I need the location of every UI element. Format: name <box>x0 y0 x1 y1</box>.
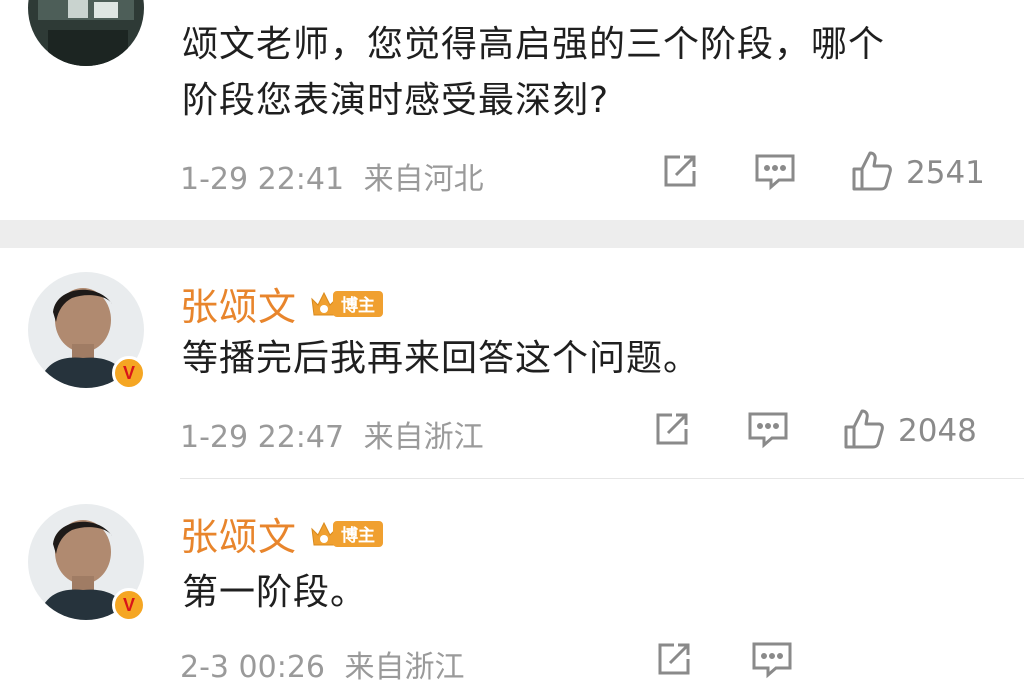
like-count: 2541 <box>906 155 985 191</box>
share-button[interactable] <box>660 150 700 196</box>
section-divider <box>0 220 1024 248</box>
username-row: 张颂文 博主 <box>180 506 384 561</box>
blogger-badge: 博主 <box>309 287 384 321</box>
comment-meta: 1-29 22:41 来自河北 2541 <box>180 150 990 198</box>
comment-location: 来自河北 <box>363 162 484 197</box>
avatar[interactable]: V <box>28 272 146 390</box>
share-icon <box>654 639 694 683</box>
share-button[interactable] <box>652 408 692 454</box>
like-button[interactable]: 2541 <box>850 150 985 196</box>
comment-time-location: 1-29 22:47 来自浙江 <box>180 412 484 456</box>
comment-location: 来自浙江 <box>363 420 484 455</box>
comment-location: 来自浙江 <box>344 650 465 684</box>
weibo-comment-list: 颂文老师，您觉得高启强的三个阶段，哪个 阶段您表演时感受最深刻? 1-29 22… <box>0 0 1024 684</box>
avatar[interactable]: V <box>28 504 146 622</box>
comment-button[interactable] <box>746 408 790 454</box>
share-icon <box>652 409 692 453</box>
blogger-badge: 博主 <box>309 517 384 551</box>
like-icon <box>842 407 886 455</box>
verified-v-icon: V <box>112 356 146 390</box>
comment-time: 1-29 22:41 <box>180 162 345 197</box>
comment-meta: 1-29 22:47 来自浙江 2048 <box>180 408 990 456</box>
avatar[interactable] <box>28 0 144 66</box>
badge-label: 博主 <box>333 520 384 547</box>
comment-text: 第一阶段。 <box>182 572 368 613</box>
comment-time-location: 1-29 22:41 来自河北 <box>180 154 484 198</box>
comment-button[interactable] <box>753 150 797 196</box>
comment-icon <box>746 409 790 453</box>
comment-text-line-1: 颂文老师，您觉得高启强的三个阶段，哪个 <box>182 24 886 65</box>
like-count: 2048 <box>898 413 977 449</box>
comment-text-line-2: 阶段您表演时感受最深刻? <box>182 80 610 121</box>
comment-time: 1-29 22:47 <box>180 420 345 455</box>
like-button[interactable]: 2048 <box>842 408 977 454</box>
comment-text: 等播完后我再来回答这个问题。 <box>182 338 701 379</box>
comment-meta: 2-3 00:26 来自浙江 <box>180 638 990 684</box>
username[interactable]: 张颂文 <box>180 506 297 561</box>
share-button[interactable] <box>654 638 694 684</box>
share-icon <box>660 151 700 195</box>
comment-button[interactable] <box>750 638 794 684</box>
like-icon <box>850 149 894 197</box>
comment-time-location: 2-3 00:26 来自浙江 <box>180 642 465 684</box>
comment-icon <box>750 639 794 683</box>
username-row: 张颂文 博主 <box>180 276 384 331</box>
badge-label: 博主 <box>333 290 384 317</box>
verified-v-icon: V <box>112 588 146 622</box>
comment-time: 2-3 00:26 <box>180 650 325 684</box>
comment-separator <box>180 478 1024 479</box>
comment-icon <box>753 151 797 195</box>
username[interactable]: 张颂文 <box>180 276 297 331</box>
